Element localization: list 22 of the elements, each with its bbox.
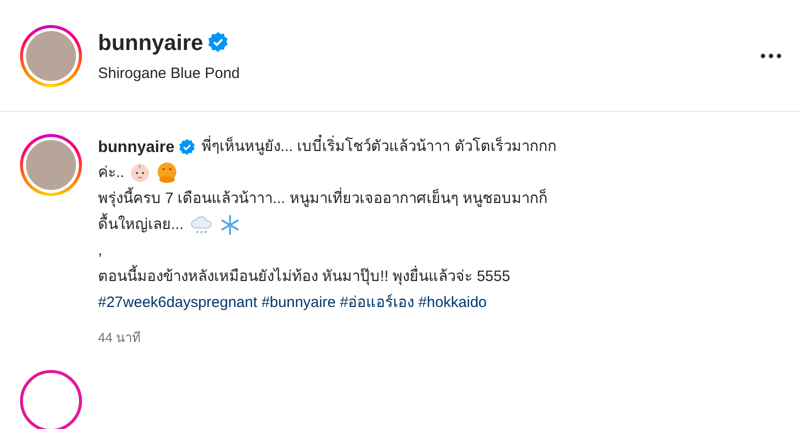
avatar-ring[interactable] bbox=[20, 370, 82, 429]
caption-text: ดื้นใหญ่เลย... bbox=[98, 212, 184, 238]
avatar-photo-placeholder bbox=[26, 140, 76, 190]
hugging-face-icon bbox=[156, 162, 178, 184]
timestamp: 44 นาที bbox=[98, 329, 142, 347]
caption-text: , bbox=[98, 241, 102, 261]
username[interactable]: bunnyaire bbox=[98, 26, 204, 59]
avatar-photo-placeholder bbox=[26, 30, 76, 80]
caption-text: ค่ะ.. bbox=[98, 163, 124, 183]
more-options-icon[interactable] bbox=[760, 52, 782, 58]
baby-face-icon bbox=[130, 163, 150, 183]
caption-text: ตอนนี้มองข้างหลังเหมือนยังไม่ท้อง หันมาปุ๊บ!! พุงยื่นแล้วจ่ะ 5555 bbox=[98, 264, 510, 290]
cloud-icon bbox=[190, 215, 214, 235]
hashtag-link[interactable]: #อ่อแอร์เอง bbox=[340, 294, 414, 311]
hashtag-link[interactable]: #hokkaido bbox=[418, 294, 487, 311]
username[interactable]: bunnyaire bbox=[98, 134, 174, 160]
snowflake-icon bbox=[220, 215, 240, 235]
caption-text: พี่ๆเห็นหนูยัง... เบบี๋เริ่มโชว์ตัวแล้วน้าาา ตัวโตเร็วมากกก bbox=[201, 134, 556, 160]
location-link[interactable]: Shirogane Blue Pond bbox=[98, 62, 744, 86]
hashtag-link[interactable]: #27week6dayspregnant bbox=[98, 294, 258, 311]
caption-text: พรุ่งนี้ครบ 7 เดือนแล้วน้าาา... หนูมาเที่ยวเจออากาศเย็นๆ หนูชอบมากก็ bbox=[98, 186, 548, 212]
hashtag-link[interactable]: #bunnyaire bbox=[261, 294, 336, 311]
